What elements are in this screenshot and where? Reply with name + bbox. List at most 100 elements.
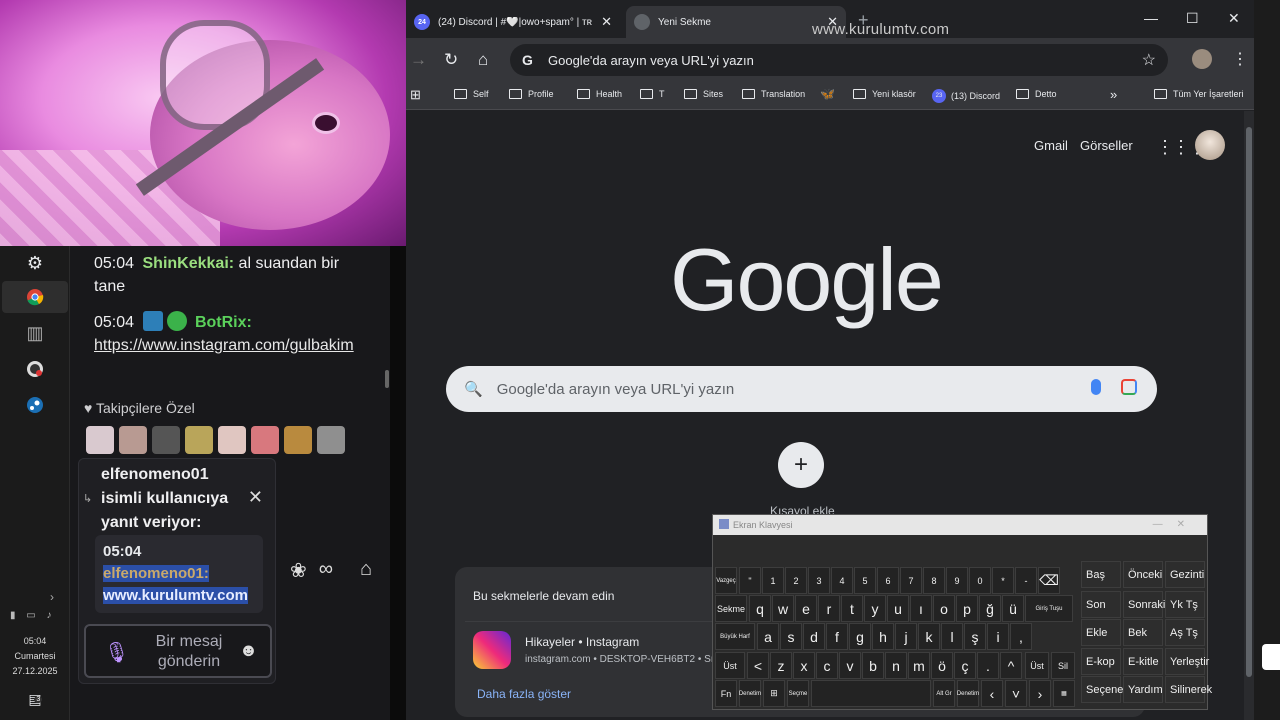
add-shortcut-button[interactable]: +: [778, 442, 824, 488]
emote[interactable]: [152, 426, 180, 454]
key-esc[interactable]: Vazgeç: [715, 567, 737, 594]
key[interactable]: ş: [964, 623, 986, 650]
close-window-icon[interactable]: ✕: [1228, 10, 1240, 27]
key-ctrl-right[interactable]: Denetim: [957, 680, 979, 707]
system-tray-icons[interactable]: ▮ ▭ ♪: [10, 610, 56, 621]
chrome-icon[interactable]: [22, 284, 48, 310]
osk-window-controls[interactable]: —✕: [1153, 515, 1199, 535]
key-side[interactable]: Seçenekler: [1081, 676, 1141, 703]
key-side[interactable]: Yerleştir: [1165, 648, 1209, 675]
key-side[interactable]: Baş: [1081, 561, 1121, 588]
key[interactable]: u: [887, 595, 909, 622]
key[interactable]: d: [803, 623, 825, 650]
key[interactable]: 5: [854, 567, 876, 594]
key-space[interactable]: [811, 680, 931, 707]
scrollbar-thumb[interactable]: [1246, 127, 1252, 677]
key[interactable]: i: [987, 623, 1009, 650]
tab-discord[interactable]: 24 (24) Discord | #🤍|owo+spam° | ᴛʀ ʟɪɢʜ…: [406, 6, 620, 38]
key[interactable]: b: [862, 652, 884, 679]
all-bookmarks[interactable]: Tüm Yer İşaretleri: [1154, 89, 1244, 99]
menu-icon[interactable]: ⋮: [1232, 49, 1248, 69]
emote[interactable]: [119, 426, 147, 454]
key[interactable]: x: [793, 652, 815, 679]
key-right[interactable]: ›: [1029, 680, 1051, 707]
key-side[interactable]: Gezinti: [1165, 561, 1205, 588]
key-menu[interactable]: ▦: [1053, 680, 1075, 707]
emote[interactable]: [86, 426, 114, 454]
bluesky-icon[interactable]: 🦋: [820, 87, 835, 101]
emote[interactable]: [218, 426, 246, 454]
key[interactable]: ": [739, 567, 761, 594]
minimize-icon[interactable]: —: [1144, 10, 1158, 26]
key[interactable]: h: [872, 623, 894, 650]
key[interactable]: ü: [1002, 595, 1024, 622]
key-side[interactable]: Bek: [1123, 619, 1163, 646]
key-tab[interactable]: Sekme: [715, 595, 747, 622]
key[interactable]: y: [864, 595, 886, 622]
key-alt[interactable]: Seçme: [787, 680, 809, 707]
home-icon[interactable]: ⌂: [478, 50, 488, 70]
forward-icon[interactable]: →: [410, 50, 427, 70]
lens-icon[interactable]: [1121, 379, 1137, 395]
apps-icon[interactable]: ⊞: [410, 87, 421, 103]
key-delete[interactable]: Sil: [1051, 652, 1075, 679]
emote[interactable]: [251, 426, 279, 454]
chevron-right-icon[interactable]: ›: [50, 590, 54, 604]
key[interactable]: j: [895, 623, 917, 650]
emoji-icon[interactable]: ☻: [239, 640, 258, 661]
bits-icon[interactable]: ❀: [290, 558, 307, 583]
key[interactable]: ı: [910, 595, 932, 622]
star-icon[interactable]: ☆: [1142, 50, 1156, 70]
key-side[interactable]: Yk Tş: [1165, 591, 1205, 618]
key[interactable]: 0: [969, 567, 991, 594]
key[interactable]: 8: [923, 567, 945, 594]
key[interactable]: v: [839, 652, 861, 679]
message-username[interactable]: ShinKekkai:: [143, 255, 235, 272]
key[interactable]: ğ: [979, 595, 1001, 622]
key-side[interactable]: E-kop: [1081, 648, 1121, 675]
key[interactable]: z: [770, 652, 792, 679]
key[interactable]: l: [941, 623, 963, 650]
gmail-link[interactable]: Gmail: [1034, 138, 1068, 153]
key-side[interactable]: Sonraki: [1123, 591, 1165, 618]
bookmark-discord[interactable]: 23 (13) Discord: [932, 89, 1000, 103]
key[interactable]: .: [977, 652, 999, 679]
maximize-icon[interactable]: ☐: [1186, 10, 1199, 27]
key[interactable]: f: [826, 623, 848, 650]
profile-avatar[interactable]: [1192, 49, 1212, 69]
key[interactable]: 7: [900, 567, 922, 594]
more-bookmarks-icon[interactable]: »: [1110, 87, 1117, 102]
key-side[interactable]: Aş Tş: [1165, 619, 1205, 646]
notification-icon[interactable]: ▤3: [22, 686, 48, 712]
key[interactable]: 6: [877, 567, 899, 594]
key[interactable]: a: [757, 623, 779, 650]
message-link[interactable]: https://www.instagram.com/gulbakim: [94, 337, 354, 354]
gear-icon[interactable]: ⚙: [22, 250, 48, 276]
key[interactable]: ,: [1010, 623, 1032, 650]
key-side[interactable]: E-kitle: [1123, 648, 1163, 675]
show-more-link[interactable]: Daha fazla göster: [477, 687, 571, 701]
bookmark-folder[interactable]: Health: [577, 89, 622, 99]
key-ctrl[interactable]: Denetim: [739, 680, 761, 707]
key[interactable]: 4: [831, 567, 853, 594]
key[interactable]: 1: [762, 567, 784, 594]
bookmark-folder[interactable]: Translation: [742, 89, 805, 99]
bookmark-folder[interactable]: T: [640, 89, 665, 99]
key-caps[interactable]: Büyük Harf: [715, 623, 755, 650]
key[interactable]: g: [849, 623, 871, 650]
key-shift[interactable]: Üst: [715, 652, 745, 679]
key[interactable]: ç: [954, 652, 976, 679]
infinity-icon[interactable]: ∞: [319, 558, 333, 583]
chat-scrollbar[interactable]: [385, 370, 389, 388]
key-side[interactable]: Yardım: [1123, 676, 1163, 703]
reload-icon[interactable]: ↻: [444, 50, 458, 70]
key[interactable]: ö: [931, 652, 953, 679]
key-side[interactable]: Ekle: [1081, 619, 1121, 646]
message-username[interactable]: BotRix:: [195, 314, 252, 331]
key-shift-right[interactable]: Üst: [1025, 652, 1049, 679]
steam-icon[interactable]: [22, 392, 48, 418]
key-side[interactable]: Önceki: [1123, 561, 1163, 588]
quote-link[interactable]: www.kurulumtv.com: [103, 587, 249, 604]
taskbar-time[interactable]: 05:04: [0, 634, 70, 649]
key-altgr[interactable]: Alt Gr: [933, 680, 955, 707]
